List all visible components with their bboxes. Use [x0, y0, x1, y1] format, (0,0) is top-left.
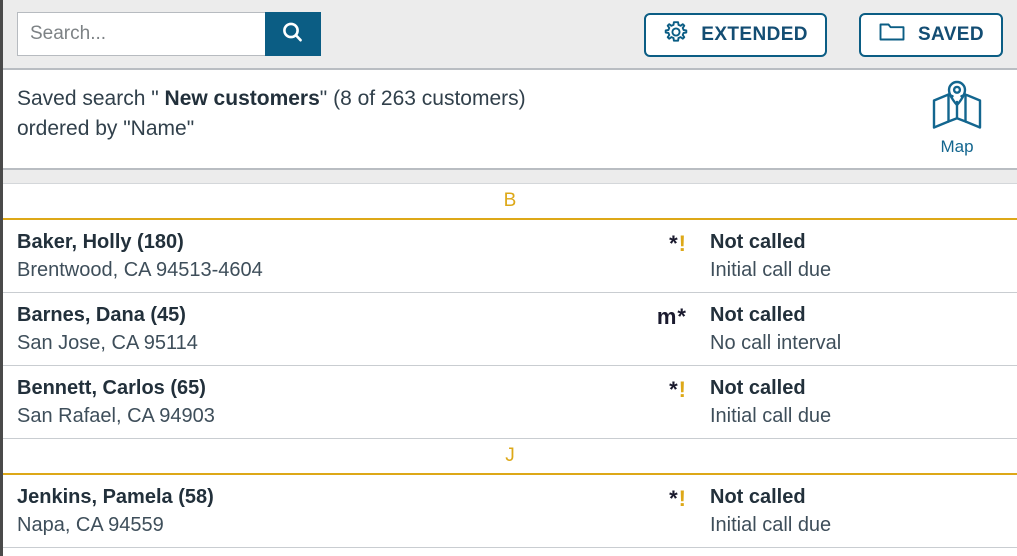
extended-button-label: EXTENDED	[701, 24, 808, 45]
customer-name: Bennett, Carlos (65)	[17, 377, 206, 399]
search-icon	[280, 20, 306, 49]
status-badge: Not called	[710, 231, 806, 253]
search-button[interactable]	[265, 12, 321, 56]
customer-address: Napa, CA 94559	[17, 514, 164, 536]
status-badge: Not called	[710, 304, 806, 326]
customer-status: Not called Initial call due	[710, 229, 831, 284]
saved-button[interactable]: SAVED	[858, 13, 1003, 57]
flag-primary: *	[669, 231, 679, 256]
status-badge: Not called	[710, 377, 806, 399]
customer-list-app: EXTENDED SAVED Saved search " New custom…	[0, 0, 1017, 556]
customer-address: Brentwood, CA 94513-4604	[17, 259, 263, 281]
customer-name: Jenkins, Pamela (58)	[17, 486, 214, 508]
table-row[interactable]: Jenkins, Pamela (58) Napa, CA 94559 *! N…	[3, 475, 1017, 548]
map-icon	[930, 78, 984, 135]
customer-address: San Jose, CA 95114	[17, 332, 198, 354]
customer-flags: *!	[669, 377, 687, 403]
customer-name: Barnes, Dana (45)	[17, 304, 186, 326]
customer-status: Not called Initial call due	[710, 375, 831, 430]
saved-search-infobar: Saved search " New customers" (8 of 263 …	[3, 70, 1017, 168]
status-detail: Initial call due	[710, 514, 832, 536]
flag-warning: !	[678, 231, 687, 256]
saved-button-label: SAVED	[917, 24, 984, 45]
status-detail: Initial call due	[710, 259, 832, 281]
alpha-divider: B	[3, 184, 1017, 220]
alpha-divider: J	[3, 439, 1017, 475]
extended-button[interactable]: EXTENDED	[644, 13, 827, 57]
customer-flags: *!	[669, 486, 687, 512]
flag-primary: *	[669, 377, 679, 402]
flag-primary: *	[669, 486, 679, 511]
flag-primary: m*	[656, 304, 687, 329]
map-button-label: Map	[940, 137, 974, 156]
gear-icon	[663, 19, 689, 51]
status-badge: Not called	[710, 486, 806, 508]
customer-address: San Rafael, CA 94903	[17, 405, 215, 427]
map-button[interactable]: Map	[915, 78, 999, 157]
search-bar	[17, 12, 321, 56]
flag-warning: !	[678, 486, 687, 511]
toolbar-actions: EXTENDED SAVED	[644, 13, 1003, 57]
table-row[interactable]: Baker, Holly (180) Brentwood, CA 94513-4…	[3, 220, 1017, 293]
saved-search-suffix: " (8 of 263 customers)	[319, 87, 526, 110]
table-row[interactable]: Bennett, Carlos (65) San Rafael, CA 9490…	[3, 366, 1017, 439]
customer-list: B Baker, Holly (180) Brentwood, CA 94513…	[3, 184, 1017, 548]
saved-search-description: Saved search " New customers" (8 of 263 …	[17, 84, 877, 144]
customer-flags: *!	[669, 231, 687, 257]
customer-status: Not called No call interval	[710, 302, 841, 357]
search-input[interactable]	[17, 12, 265, 56]
table-row[interactable]: Barnes, Dana (45) San Jose, CA 95114 m* …	[3, 293, 1017, 366]
saved-search-name: New customers	[164, 87, 320, 110]
customer-flags: m*	[657, 304, 687, 330]
list-separator-bar	[3, 168, 1017, 184]
saved-search-prefix: Saved search "	[17, 87, 165, 110]
folder-icon	[878, 20, 906, 50]
customer-name: Baker, Holly (180)	[17, 231, 184, 253]
customer-status: Not called Initial call due	[710, 484, 831, 539]
top-toolbar: EXTENDED SAVED	[3, 0, 1017, 70]
flag-warning: !	[678, 377, 687, 402]
status-detail: No call interval	[710, 332, 842, 354]
saved-search-order: ordered by "Name"	[17, 117, 195, 140]
status-detail: Initial call due	[710, 405, 832, 427]
